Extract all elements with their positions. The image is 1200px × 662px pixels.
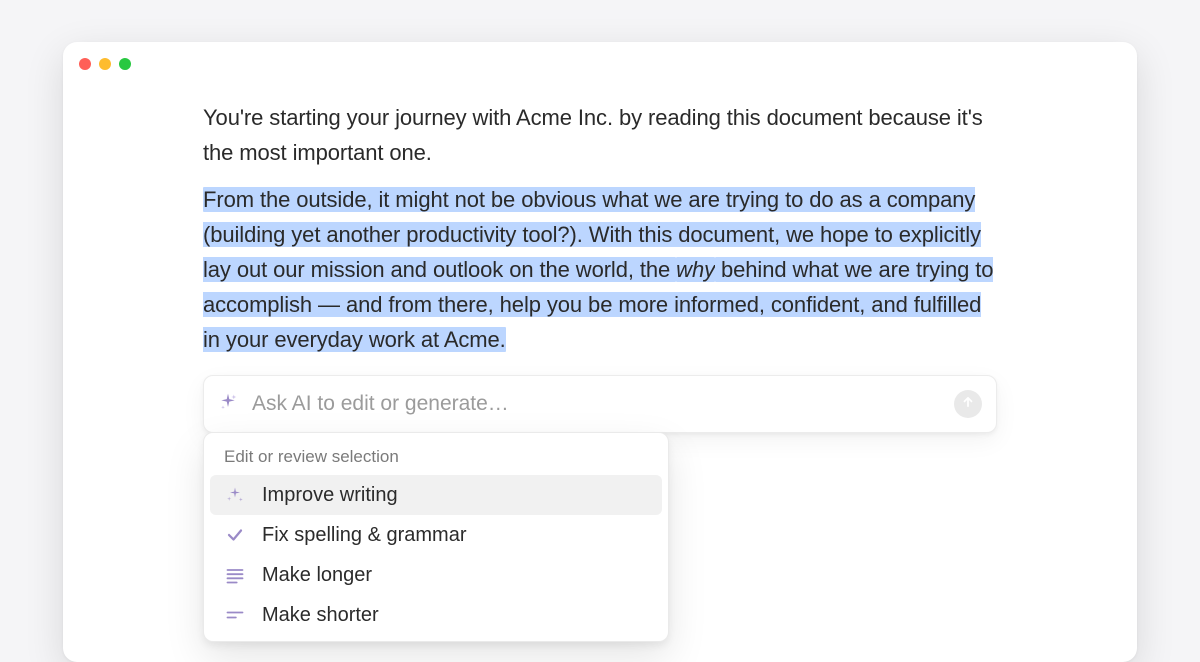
ai-actions-menu: Edit or review selection Improve writing…: [203, 432, 669, 642]
magic-wand-icon: [224, 484, 246, 506]
app-window: You're starting your journey with Acme I…: [63, 42, 1137, 662]
menu-item-label: Fix spelling & grammar: [262, 523, 467, 547]
menu-item-fix-spelling-grammar[interactable]: Fix spelling & grammar: [210, 515, 662, 555]
selected-text-italic[interactable]: why: [676, 257, 715, 282]
document-content[interactable]: You're starting your journey with Acme I…: [203, 100, 997, 433]
send-button[interactable]: [954, 390, 982, 418]
lines-long-icon: [224, 564, 246, 586]
menu-item-improve-writing[interactable]: Improve writing: [210, 475, 662, 515]
ai-prompt-bar[interactable]: [203, 375, 997, 433]
menu-section-header: Edit or review selection: [210, 443, 662, 475]
close-window-button[interactable]: [79, 58, 91, 70]
paragraph-1[interactable]: You're starting your journey with Acme I…: [203, 100, 997, 170]
window-controls: [79, 58, 131, 70]
menu-item-label: Improve writing: [262, 483, 398, 507]
menu-item-make-longer[interactable]: Make longer: [210, 555, 662, 595]
lines-short-icon: [224, 604, 246, 626]
menu-item-make-shorter[interactable]: Make shorter: [210, 595, 662, 635]
minimize-window-button[interactable]: [99, 58, 111, 70]
check-icon: [224, 524, 246, 546]
zoom-window-button[interactable]: [119, 58, 131, 70]
ai-prompt-input[interactable]: [252, 392, 940, 416]
menu-item-label: Make longer: [262, 563, 372, 587]
sparkle-icon: [218, 392, 238, 417]
arrow-up-icon: [961, 395, 975, 414]
paragraph-2[interactable]: From the outside, it might not be obviou…: [203, 182, 997, 357]
menu-item-label: Make shorter: [262, 603, 379, 627]
